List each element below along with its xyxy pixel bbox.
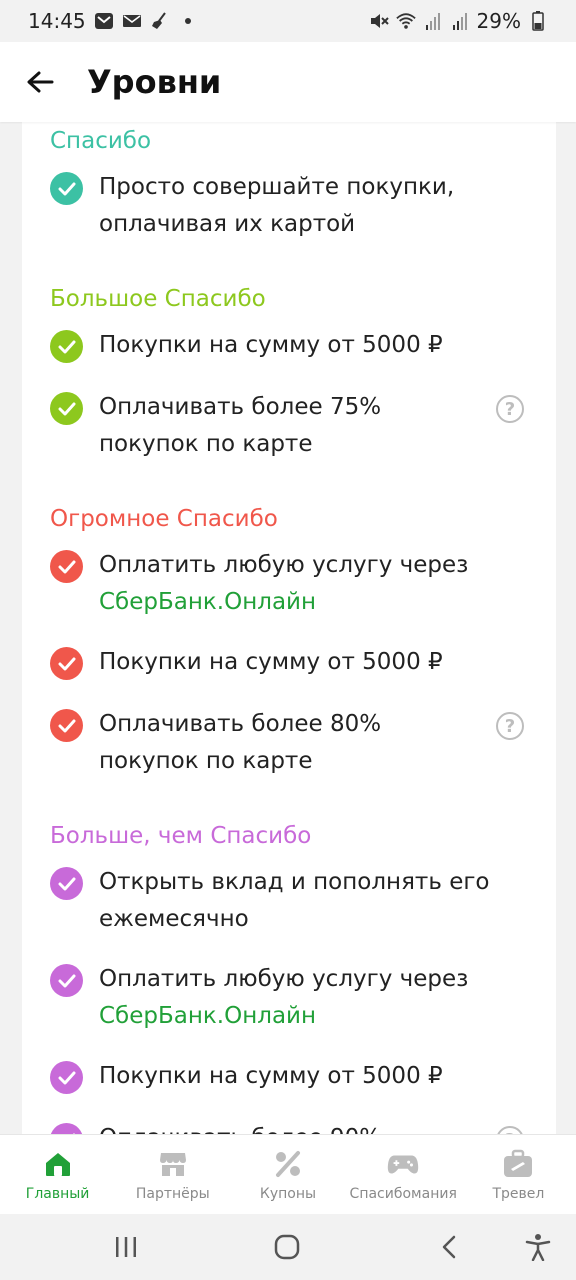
wifi-icon [395,11,416,31]
nav-label: Спасибомания [349,1185,457,1202]
status-time: 14:45 [28,9,86,33]
requirement-text: Оплачивать более 90% [99,1120,489,1134]
level-title: Спасибо [50,128,152,154]
bottom-navigation: Главный Партнёры Купоны Спасибомания Тре… [0,1134,576,1214]
mail-icon [94,11,114,31]
sberbank-online-link[interactable]: СберБанк.Онлайн [99,584,489,621]
signal-icon [423,11,443,31]
requirement-text: Оплачивать более 75% покупок по карте [99,394,382,457]
system-navigation-bar [0,1214,576,1280]
help-icon[interactable]: ? [496,712,524,740]
recents-icon[interactable] [111,1232,141,1262]
nav-label: Тревел [492,1185,545,1202]
percent-icon [272,1148,304,1180]
nav-label: Партнёры [135,1185,210,1202]
gamepad-icon [387,1148,419,1180]
page-title: Уровни [87,63,222,101]
help-icon[interactable]: ? [496,1126,524,1134]
requirement-text: Оплачивать более 80% покупок по карте [99,711,382,774]
nav-item-travel[interactable]: Тревел [461,1135,576,1214]
level-title: Огромное Спасибо [50,506,278,532]
home-circle-icon[interactable] [272,1232,302,1262]
check-icon [50,647,83,680]
suitcase-icon [502,1148,534,1180]
check-icon [50,550,83,583]
home-icon [42,1148,74,1180]
battery-percent: 29% [476,9,521,33]
nav-item-coupons[interactable]: Купоны [230,1135,345,1214]
requirement-text: Покупки на сумму от 5000 ₽ [99,332,443,358]
status-bar: 14:45 29% [0,0,576,42]
requirement-text: Оплатить любую услугу через СберБанк.Онл… [99,961,489,1035]
level-title: Большое Спасибо [50,286,266,312]
levels-list: Спасибо Просто совершайте покупки, оплач… [22,122,556,1134]
requirement-text: Открыть вклад и пополнять его ежемесячно [99,869,490,932]
broom-icon [150,11,170,31]
check-icon [50,1123,83,1134]
battery-icon [528,11,548,31]
check-icon [50,330,83,363]
requirement-text: Просто совершайте покупки, оплачивая их … [99,174,455,237]
help-icon[interactable]: ? [496,395,524,423]
requirement-text: Покупки на сумму от 5000 ₽ [99,649,443,675]
check-icon [50,867,83,900]
accessibility-icon[interactable] [523,1232,553,1262]
check-icon [50,172,83,205]
dot-icon [178,11,198,31]
app-bar: Уровни [0,42,576,122]
check-icon [50,964,83,997]
nav-label: Главный [25,1185,90,1202]
nav-label: Купоны [259,1185,317,1202]
check-icon [50,1061,83,1094]
level-title: Больше, чем Спасибо [50,823,312,849]
requirement-text: Покупки на сумму от 5000 ₽ [99,1063,443,1089]
requirement-text: Оплатить любую услугу через СберБанк.Онл… [99,547,489,621]
nav-item-spasibomania[interactable]: Спасибомания [346,1135,461,1214]
mute-icon [369,11,389,31]
sberbank-online-link[interactable]: СберБанк.Онлайн [99,998,489,1035]
back-button[interactable] [20,62,60,102]
store-icon [157,1148,189,1180]
signal-icon [450,11,470,31]
mail-icon [122,11,142,31]
nav-item-partners[interactable]: Партнёры [115,1135,230,1214]
back-chevron-icon[interactable] [434,1232,464,1262]
check-icon [50,709,83,742]
check-icon [50,392,83,425]
nav-item-home[interactable]: Главный [0,1135,115,1214]
arrow-left-icon [27,71,54,93]
